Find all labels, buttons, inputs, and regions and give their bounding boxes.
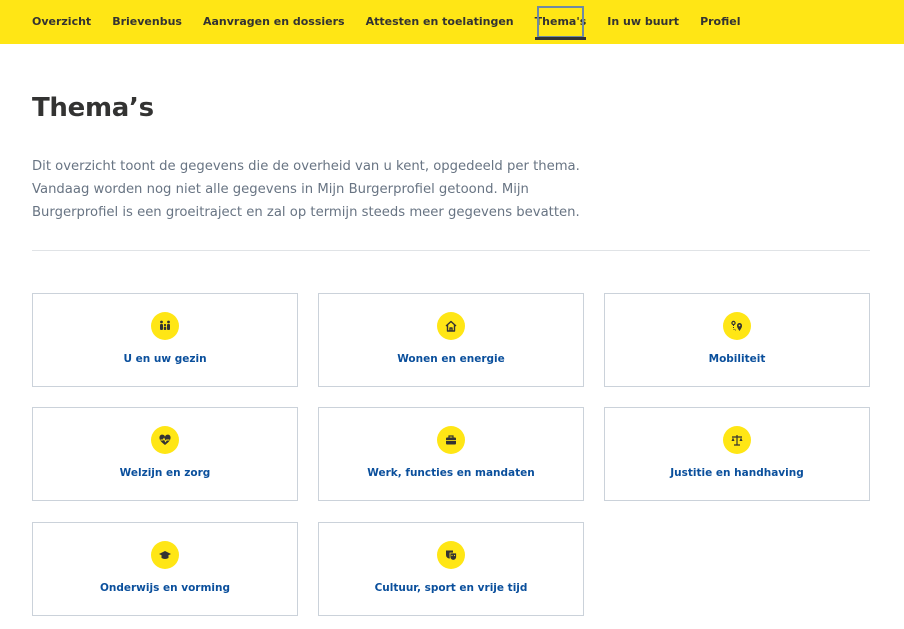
- house-icon: [437, 312, 465, 340]
- theme-card-cultuur-sport-en-vrije-tijd[interactable]: Cultuur, sport en vrije tijd: [318, 522, 584, 616]
- nav-item-brievenbus[interactable]: Brievenbus: [112, 0, 182, 44]
- intro-line: Vandaag worden nog niet alle gegevens in…: [32, 182, 529, 197]
- nav-item-aanvragen-en-dossiers[interactable]: Aanvragen en dossiers: [203, 0, 345, 44]
- graduation-cap-icon: [151, 541, 179, 569]
- route-pin-icon: [723, 312, 751, 340]
- heart-pulse-icon: [151, 426, 179, 454]
- intro-line: Burgerprofiel is een groeitraject en zal…: [32, 205, 580, 220]
- nav-item-in-uw-buurt[interactable]: In uw buurt: [607, 0, 679, 44]
- divider: [32, 250, 870, 251]
- nav-item-attesten-en-toelatingen[interactable]: Attesten en toelatingen: [366, 0, 514, 44]
- page-title: Thema’s: [32, 93, 154, 123]
- theme-card-justitie-en-handhaving[interactable]: Justitie en handhaving: [604, 407, 870, 501]
- theme-card-label: Justitie en handhaving: [670, 467, 804, 479]
- nav-item-profiel[interactable]: Profiel: [700, 0, 740, 44]
- intro-text: Dit overzicht toont de gegevens die de o…: [32, 155, 592, 224]
- theme-card-label: Welzijn en zorg: [119, 467, 211, 479]
- theme-card-label: Wonen en energie: [397, 353, 505, 365]
- top-navigation: Overzicht Brievenbus Aanvragen en dossie…: [0, 0, 904, 44]
- theme-card-wonen-en-energie[interactable]: Wonen en energie: [318, 293, 584, 387]
- briefcase-icon: [437, 426, 465, 454]
- family-icon: [151, 312, 179, 340]
- theme-card-mobiliteit[interactable]: Mobiliteit: [604, 293, 870, 387]
- theme-card-welzijn-en-zorg[interactable]: Welzijn en zorg: [32, 407, 298, 501]
- theme-card-label: Cultuur, sport en vrije tijd: [374, 582, 528, 594]
- intro-line: Dit overzicht toont de gegevens die de o…: [32, 159, 580, 174]
- theater-masks-icon: [437, 541, 465, 569]
- nav-item-overzicht[interactable]: Overzicht: [32, 0, 91, 44]
- theme-card-u-en-uw-gezin[interactable]: U en uw gezin: [32, 293, 298, 387]
- theme-card-label: U en uw gezin: [123, 353, 207, 365]
- theme-card-onderwijs-en-vorming[interactable]: Onderwijs en vorming: [32, 522, 298, 616]
- nav-item-themas[interactable]: Thema's: [531, 0, 591, 44]
- theme-card-label: Onderwijs en vorming: [99, 582, 231, 594]
- theme-card-label: Mobiliteit: [708, 353, 766, 365]
- theme-card-werk-functies-en-mandaten[interactable]: Werk, functies en mandaten: [318, 407, 584, 501]
- theme-card-label: Werk, functies en mandaten: [367, 467, 535, 479]
- scales-icon: [723, 426, 751, 454]
